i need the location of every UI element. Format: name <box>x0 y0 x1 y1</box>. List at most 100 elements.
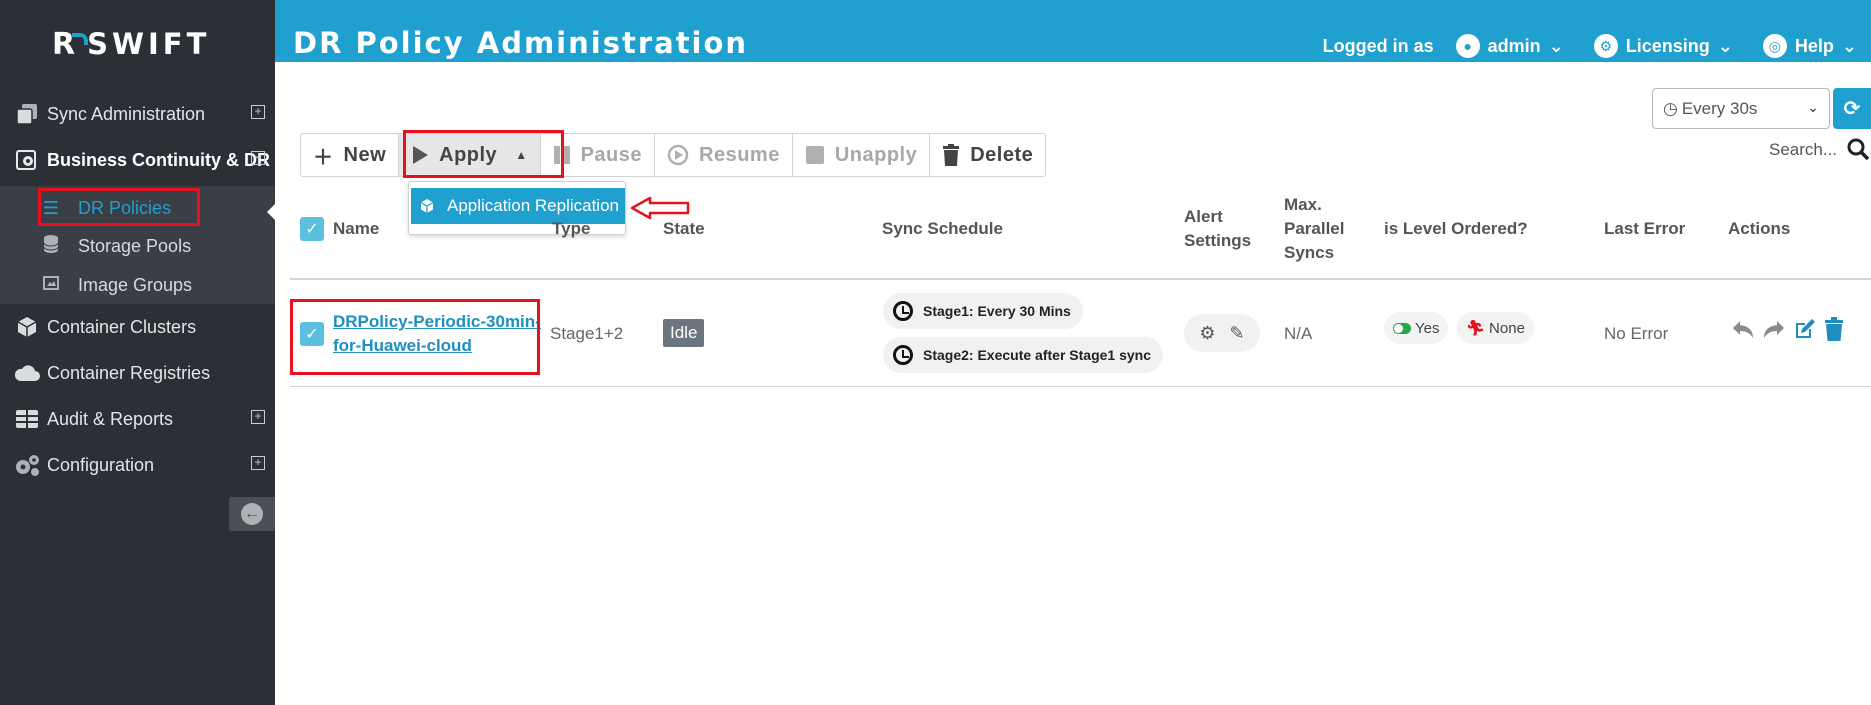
redo-icon[interactable] <box>1762 318 1786 340</box>
lifebuoy-icon: ◎ <box>1762 34 1787 58</box>
logo-mark: R <box>52 27 88 62</box>
pause-button-label: Pause <box>580 143 643 166</box>
sidebar-collapse-button[interactable]: ← <box>229 497 275 531</box>
logo-text: SWIFT <box>87 27 211 61</box>
help-menu[interactable]: ◎ Help ⌄ <box>1762 34 1857 58</box>
undo-icon[interactable] <box>1731 318 1755 340</box>
sidebar-item-label: Configuration <box>47 454 155 475</box>
col-alert-settings-line1: Alert <box>1184 207 1223 226</box>
resume-button[interactable]: Resume <box>655 134 793 176</box>
database-icon <box>40 234 62 258</box>
sidebar-item-image-groups[interactable]: Image Groups <box>40 268 270 302</box>
expand-icon[interactable]: + <box>251 410 265 424</box>
sidebar-item-label: Audit & Reports <box>47 408 174 429</box>
delete-button[interactable]: Delete <box>930 134 1045 176</box>
plus-icon: ＋ <box>313 146 334 169</box>
sidebar-item-storage-pools[interactable]: Storage Pools <box>40 229 270 263</box>
level-tag-badge: 🏃︎ None <box>1457 312 1534 344</box>
copy-icon <box>13 102 41 126</box>
help-label: Help <box>1794 35 1834 56</box>
licensing-menu[interactable]: ⚙ Licensing ⌄ <box>1593 34 1733 58</box>
new-button[interactable]: ＋ New <box>301 134 400 176</box>
expand-icon[interactable]: + <box>251 456 265 470</box>
sidebar-subitem-label: Storage Pools <box>78 235 192 256</box>
sidebar-subitem-label: Image Groups <box>78 274 193 295</box>
col-last-error[interactable]: Last Error <box>1604 217 1685 241</box>
sidebar-item-business-continuity[interactable]: Business Continuity & DR − <box>0 138 275 182</box>
sidebar: R SWIFT Sync Administration + Business C… <box>0 0 275 705</box>
toggle-on-icon <box>1393 322 1411 334</box>
chevron-down-icon: ⌄ <box>1548 35 1564 56</box>
sidebar-item-container-clusters[interactable]: Container Clusters <box>0 305 275 349</box>
refresh-interval-select[interactable]: ◷ Every 30s ⌄ <box>1652 88 1830 129</box>
trash-icon <box>943 144 960 166</box>
cube-icon <box>13 315 41 339</box>
gear-icon: ⚙ <box>1593 34 1618 58</box>
logo: R SWIFT <box>52 24 210 64</box>
max-parallel-value: N/A <box>1284 324 1313 343</box>
arrow-left-icon: ← <box>241 503 263 525</box>
expand-icon[interactable]: + <box>251 105 265 119</box>
refresh-button[interactable]: ⟳ <box>1833 88 1871 129</box>
schedule-stage2: Stage2: Execute after Stage1 sync <box>883 337 1163 373</box>
schedule-stage1: Stage1: Every 30 Mins <box>883 293 1083 329</box>
col-max-parallel-line2: Parallel <box>1284 219 1345 238</box>
last-error-value: No Error <box>1604 324 1669 343</box>
col-max-parallel-line3: Syncs <box>1284 243 1335 262</box>
col-level-ordered[interactable]: is Level Ordered? <box>1384 217 1528 241</box>
select-all-checkbox[interactable]: ✓ <box>300 217 324 241</box>
search-input[interactable]: Search... <box>1769 140 1837 160</box>
state-badge: Idle <box>663 319 705 347</box>
col-sync-schedule[interactable]: Sync Schedule <box>882 217 1003 241</box>
table-icon <box>13 407 41 431</box>
clock-icon <box>893 345 913 365</box>
trash-icon[interactable] <box>1824 317 1844 341</box>
username: admin <box>1487 35 1541 56</box>
refresh-interval-value: Every 30s <box>1681 98 1758 118</box>
resume-button-label: Resume <box>699 143 780 166</box>
delete-button-label: Delete <box>970 143 1034 166</box>
edit-icon[interactable] <box>1793 317 1817 341</box>
gear-doc-icon <box>13 148 41 172</box>
level-ordered-value: Yes <box>1415 319 1440 337</box>
col-type[interactable]: Type <box>552 217 590 241</box>
col-name[interactable]: Name <box>333 217 379 241</box>
gears-icon <box>13 453 41 477</box>
col-max-parallel-syncs[interactable]: Max. Parallel Syncs <box>1284 193 1345 265</box>
sidebar-item-container-registries[interactable]: Container Registries <box>0 351 275 395</box>
play-circle-icon <box>667 144 689 166</box>
search-icon[interactable] <box>1846 137 1870 166</box>
pencil-icon[interactable]: ✎ <box>1230 323 1245 344</box>
col-alert-settings[interactable]: Alert Settings <box>1184 205 1251 253</box>
col-state[interactable]: State <box>663 217 705 241</box>
sidebar-item-audit-reports[interactable]: Audit & Reports + <box>0 397 275 441</box>
table-header: ✓ Name Type State Sync Schedule Alert Se… <box>290 190 1871 280</box>
running-person-icon: 🏃︎ <box>1466 320 1486 337</box>
page-title: DR Policy Administration <box>293 26 749 60</box>
sidebar-item-label: Container Clusters <box>47 316 197 337</box>
user-menu[interactable]: Logged in as ● admin ⌄ <box>1323 34 1564 58</box>
refresh-icon: ⟳ <box>1843 98 1861 120</box>
unapply-button-label: Unapply <box>834 143 918 166</box>
schedule-stage1-label: Stage1: Every 30 Mins <box>923 303 1071 319</box>
col-max-parallel-line1: Max. <box>1284 195 1322 214</box>
cloud-icon <box>13 361 41 385</box>
image-icon <box>40 275 62 296</box>
licensing-label: Licensing <box>1625 35 1710 56</box>
col-alert-settings-line2: Settings <box>1184 231 1252 250</box>
sidebar-item-sync-administration[interactable]: Sync Administration + <box>0 92 275 136</box>
level-tag-value: None <box>1489 319 1525 337</box>
unapply-button[interactable]: Unapply <box>793 134 931 176</box>
sidebar-item-label: Container Registries <box>47 362 211 383</box>
header-user-area: Logged in as ● admin ⌄ ⚙ Licensing ⌄ ◎ H… <box>1323 34 1857 58</box>
sidebar-item-configuration[interactable]: Configuration + <box>0 443 275 487</box>
logged-in-label: Logged in as <box>1322 35 1434 56</box>
top-header: DR Policy Administration Logged in as ● … <box>275 0 1871 62</box>
collapse-icon[interactable]: − <box>251 151 265 165</box>
gear-icon[interactable]: ⚙ <box>1199 323 1215 344</box>
clock-icon: ◷ <box>1663 98 1678 118</box>
policy-type: Stage1+2 <box>550 324 624 343</box>
highlight-dr-policies <box>38 188 200 226</box>
chevron-down-icon: ⌄ <box>1717 35 1733 56</box>
highlight-apply-button <box>403 130 564 178</box>
